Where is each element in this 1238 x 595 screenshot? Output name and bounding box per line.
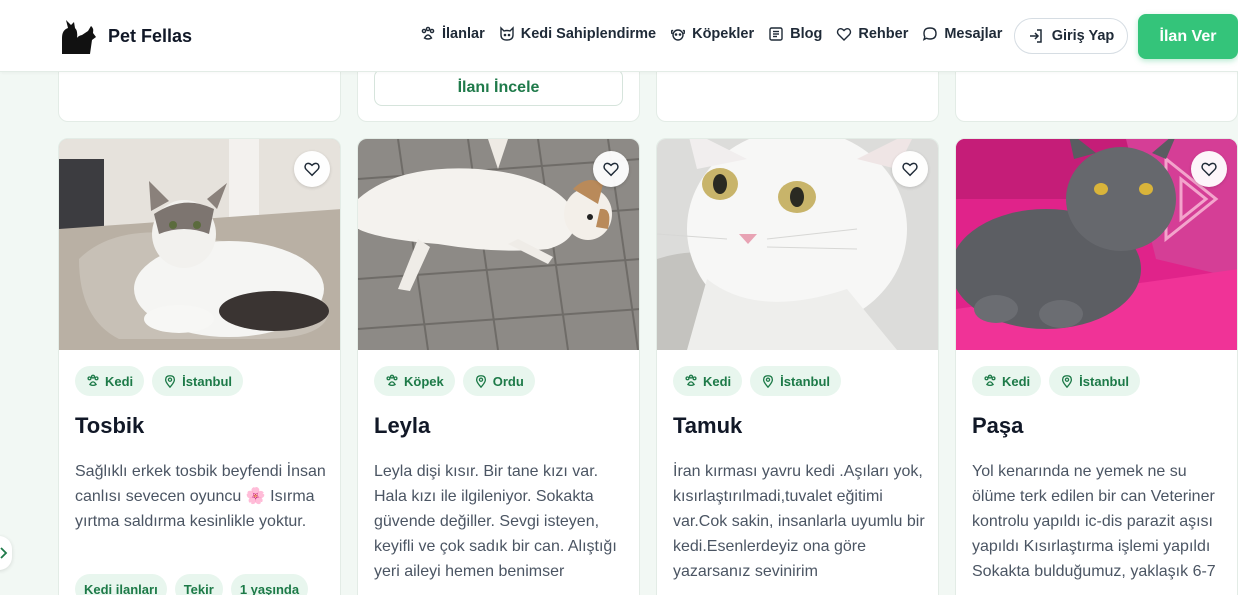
pet-description: İran kırması yavru kedi .Aşıları yok, kı…: [673, 463, 925, 580]
species-label: Kedi: [1002, 373, 1031, 389]
location-label: İstanbul: [1079, 373, 1130, 389]
species-tag[interactable]: Kedi: [972, 366, 1042, 396]
species-label: Köpek: [404, 373, 444, 389]
paw-icon: [87, 374, 99, 387]
nav-item-kopekler[interactable]: Köpekler: [670, 26, 754, 42]
nav-item-blog[interactable]: Blog: [768, 26, 822, 42]
heart-icon: [304, 162, 320, 177]
location-tag[interactable]: İstanbul: [1049, 366, 1141, 396]
nav-label: Köpekler: [692, 26, 755, 42]
post-listing-button[interactable]: İlan Ver: [1138, 14, 1238, 59]
listing-card[interactable]: Kedi İstanbul Paşa Yol kenarında ne yeme…: [955, 138, 1238, 595]
tag-row: Köpek Ordu: [374, 366, 535, 396]
breed-tag[interactable]: Tekir: [174, 574, 223, 595]
favorite-button[interactable]: [1191, 151, 1227, 187]
location-pin-icon: [1062, 375, 1073, 388]
nav-label: Rehber: [858, 26, 909, 42]
pet-photo[interactable]: [657, 139, 938, 350]
location-pin-icon: [165, 375, 176, 388]
location-tag[interactable]: Ordu: [462, 366, 535, 396]
login-button[interactable]: Giriş Yap: [1014, 18, 1128, 54]
species-tag[interactable]: Kedi: [673, 366, 743, 396]
main-nav: İlanlar Kedi Sahiplendirme Köpekler Blog: [420, 26, 1002, 42]
scroll-left-button[interactable]: [0, 536, 12, 570]
pet-description: Sağlıklı erkek tosbik beyfendi İnsan can…: [75, 463, 326, 530]
location-label: Ordu: [492, 373, 524, 389]
dog-face-icon: [671, 29, 686, 41]
tag-row: Kedi İstanbul: [75, 366, 244, 396]
pet-description: Leyla dişi kısır. Bir tane kızı var. Hal…: [374, 463, 617, 580]
favorite-button[interactable]: [294, 151, 330, 187]
location-label: İstanbul: [780, 373, 831, 389]
nav-item-ilanlar[interactable]: İlanlar: [420, 26, 485, 42]
paw-icon: [984, 374, 996, 387]
inspect-listing-button[interactable]: İlanı İncele: [374, 69, 623, 106]
paw-icon: [386, 374, 398, 387]
chat-bubble-icon: [923, 27, 938, 41]
login-icon: [1029, 29, 1042, 43]
heart-icon: [603, 162, 619, 177]
tag-row: Kedi İstanbul: [972, 366, 1141, 396]
extra-tag-row: Kedi ilanları Tekir 1 yaşında: [75, 574, 309, 595]
paw-icon: [421, 26, 435, 40]
pet-name[interactable]: Paşa: [972, 413, 1023, 439]
pet-photo[interactable]: [956, 139, 1237, 350]
pet-name[interactable]: Leyla: [374, 413, 430, 439]
listing-card[interactable]: Köpek Ordu Leyla Leyla dişi kısır. Bir t…: [357, 138, 640, 595]
chevron-right-icon: [0, 547, 8, 559]
location-label: İstanbul: [182, 373, 233, 389]
tag-row: Kedi İstanbul: [673, 366, 842, 396]
nav-item-mesajlar[interactable]: Mesajlar: [922, 26, 1002, 42]
login-label: Giriş Yap: [1051, 28, 1115, 44]
cat-face-icon: [500, 26, 514, 41]
pet-photo[interactable]: [358, 139, 639, 350]
species-tag[interactable]: Kedi: [75, 366, 145, 396]
pet-logo-icon: [62, 20, 96, 54]
pet-name[interactable]: Tosbik: [75, 413, 144, 439]
nav-item-rehber[interactable]: Rehber: [836, 26, 908, 42]
newspaper-icon: [769, 27, 783, 41]
location-pin-icon: [475, 375, 486, 388]
location-pin-icon: [763, 375, 774, 388]
pet-name[interactable]: Tamuk: [673, 413, 742, 439]
nav-item-kedi-sahiplendirme[interactable]: Kedi Sahiplendirme: [499, 26, 656, 42]
species-label: Kedi: [105, 373, 134, 389]
favorite-button[interactable]: [593, 151, 629, 187]
heart-hand-icon: [837, 28, 852, 41]
species-label: Kedi: [703, 373, 732, 389]
nav-label: İlanlar: [442, 26, 485, 42]
location-tag[interactable]: İstanbul: [750, 366, 842, 396]
paw-icon: [685, 374, 697, 387]
listing-card[interactable]: Kedi İstanbul Tosbik Sağlıklı erkek tosb…: [58, 138, 341, 595]
species-tag[interactable]: Köpek: [374, 366, 455, 396]
age-tag[interactable]: 1 yaşında: [230, 574, 309, 595]
listing-card[interactable]: Kedi İstanbul Tamuk İran kırması yavru k…: [656, 138, 939, 595]
favorite-button[interactable]: [892, 151, 928, 187]
heart-icon: [1201, 162, 1217, 177]
site-logo[interactable]: Pet Fellas: [58, 16, 192, 56]
heart-icon: [902, 162, 918, 177]
nav-label: Mesajlar: [944, 26, 1003, 42]
pet-description: Yol kenarında ne yemek ne su ölüme terk …: [972, 463, 1216, 580]
brand-name: Pet Fellas: [108, 25, 193, 46]
location-tag[interactable]: İstanbul: [152, 366, 244, 396]
pet-photo[interactable]: [59, 139, 340, 350]
category-tag[interactable]: Kedi ilanları: [75, 574, 167, 595]
site-header: Pet Fellas İlanlar Kedi Sahiplendirme Kö…: [0, 0, 1238, 72]
nav-label: Blog: [790, 26, 823, 42]
nav-label: Kedi Sahiplendirme: [520, 26, 657, 42]
